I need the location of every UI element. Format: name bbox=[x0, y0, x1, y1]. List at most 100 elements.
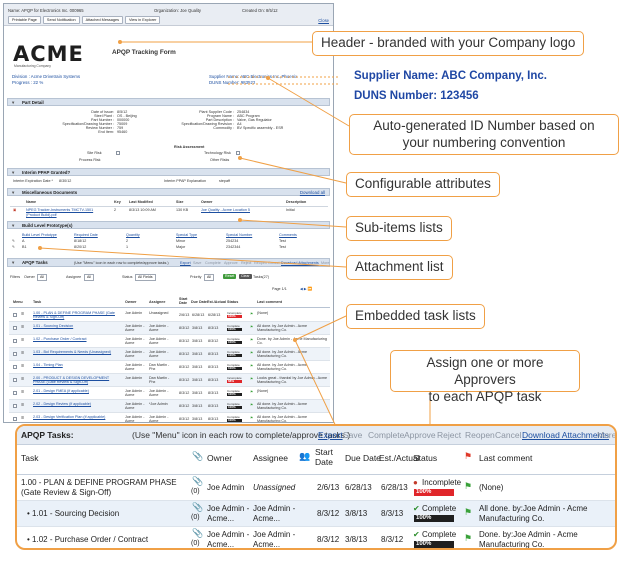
collapse-icon[interactable]: ▾ bbox=[12, 259, 14, 266]
col-due-date[interactable]: Due Date bbox=[191, 300, 207, 304]
menu-icon[interactable]: ☰ bbox=[21, 364, 24, 368]
flag-icon[interactable]: ⚑ bbox=[464, 481, 472, 492]
task-name[interactable]: 1.00 - PLAN & DEFINE PROGRAM PHASE (Gate… bbox=[33, 311, 121, 319]
zoom-col-task[interactable]: Task bbox=[21, 453, 38, 463]
attachment-icon[interactable]: 📎 bbox=[192, 528, 203, 539]
build-col-date[interactable]: Required Date bbox=[74, 233, 98, 237]
menu-icon[interactable]: ☰ bbox=[21, 312, 24, 316]
pager-nav-icon[interactable]: ◀ ▶ ⏩ bbox=[300, 287, 312, 291]
flag-icon[interactable]: ⚑ bbox=[250, 351, 253, 355]
zoom-save-action[interactable]: Save bbox=[343, 426, 362, 445]
collapse-icon[interactable]: ▾ bbox=[12, 189, 14, 196]
zoom-download-attachments-link[interactable]: Download Attachments bbox=[522, 426, 609, 445]
collapse-icon[interactable]: ▾ bbox=[12, 169, 14, 176]
zoom-task-row[interactable]: 1.00 - PLAN & DEFINE PROGRAM PHASE (Gate… bbox=[17, 475, 615, 501]
attached-messages-button[interactable]: Attached Messages bbox=[81, 16, 123, 24]
flag-icon[interactable]: ⚑ bbox=[250, 416, 253, 420]
build-col-level[interactable]: Build Level Prototype bbox=[22, 233, 57, 237]
owner-filter-select[interactable]: All bbox=[37, 274, 47, 281]
menu-icon[interactable]: ☰ bbox=[21, 390, 24, 394]
pager[interactable]: Page 1/1 bbox=[272, 287, 287, 291]
save-action[interactable]: Save bbox=[193, 260, 201, 267]
small-task-row[interactable]: ☰ 2.00 - PRODUCT & DESIGN DEVELOPMENT PHA… bbox=[9, 374, 330, 387]
small-task-row[interactable]: ☰ 1.04 - Timing Plan Joe Admin - Acme Dan M… bbox=[9, 361, 330, 374]
menu-icon[interactable]: ☰ bbox=[21, 351, 24, 355]
task-name[interactable]: 1.03 - BoI Requirements & Needs (Unassig… bbox=[33, 350, 121, 354]
flag-icon[interactable]: ⚑ bbox=[250, 377, 253, 381]
build-col-comments[interactable]: Comments bbox=[279, 233, 297, 237]
menu-icon[interactable]: ☰ bbox=[21, 377, 24, 381]
col-est-actual[interactable]: Est./Actual bbox=[207, 300, 226, 304]
col-start-date[interactable]: Start Date bbox=[179, 297, 189, 305]
reset-button[interactable]: Reset bbox=[223, 274, 237, 279]
task-name[interactable]: 1.02 - Purchase Order / Contract bbox=[33, 337, 121, 341]
row-checkbox[interactable] bbox=[13, 352, 17, 356]
build-level-header[interactable]: ▾ Build Level Prototype(s) bbox=[7, 221, 330, 229]
flag-icon[interactable]: ⚑ bbox=[250, 312, 253, 316]
interim-explanation-value[interactable]: stepaff bbox=[219, 179, 230, 183]
status-filter-select[interactable]: All Fields bbox=[135, 274, 156, 281]
misc-doc-name-link[interactable]: NPEG Tracker-Instruments TMCTV-1501 (Pro… bbox=[26, 208, 96, 217]
misc-doc-owner[interactable]: Joe Quality - Acme Location 5 bbox=[201, 208, 250, 212]
row-checkbox[interactable] bbox=[13, 326, 17, 330]
small-task-row[interactable]: ☰ 2.02 - Design Review (if applicable) Joe… bbox=[9, 400, 330, 413]
task-name[interactable]: 2.02 - Design Review (if applicable) bbox=[33, 402, 121, 406]
row-checkbox[interactable] bbox=[13, 365, 17, 369]
row-checkbox[interactable] bbox=[13, 313, 17, 317]
build-col-qty[interactable]: Quantity bbox=[126, 233, 140, 237]
site-risk-checkbox[interactable] bbox=[116, 151, 120, 155]
flag-icon[interactable]: ⚑ bbox=[250, 403, 253, 407]
flag-icon[interactable]: ⚑ bbox=[464, 507, 472, 518]
zoom-complete-action[interactable]: Complete bbox=[368, 426, 404, 445]
task-name[interactable]: 2.03 - Design Verification Plan (if appl… bbox=[33, 415, 121, 419]
assignee-filter-select[interactable]: All bbox=[84, 274, 94, 281]
menu-icon[interactable]: ☰ bbox=[21, 416, 24, 420]
small-task-row[interactable]: ☰ 1.03 - BoI Requirements & Needs (Unassi… bbox=[9, 348, 330, 361]
zoom-col-owner[interactable]: Owner bbox=[207, 453, 232, 463]
task-name[interactable]: 1.04 - Timing Plan bbox=[33, 363, 121, 367]
task-name[interactable]: 2.00 - PRODUCT & DESIGN DEVELOPMENT PHAS… bbox=[33, 376, 121, 384]
download-all-link[interactable]: Download all bbox=[300, 189, 325, 196]
zoom-cancel-action[interactable]: Cancel bbox=[495, 426, 521, 445]
complete-action[interactable]: Complete bbox=[205, 260, 221, 267]
cancel-action[interactable]: Cancel bbox=[268, 260, 279, 267]
zoom-task-name[interactable]: • 1.01 - Sourcing Decision bbox=[27, 509, 119, 518]
col-status[interactable]: Status bbox=[227, 300, 238, 304]
misc-documents-header[interactable]: ▾ Miscellaneous Documents Download all bbox=[7, 188, 330, 196]
zoom-task-name[interactable]: • 1.02 - Purchase Order / Contract bbox=[27, 535, 148, 544]
export-link[interactable]: Export bbox=[180, 260, 191, 267]
collapse-icon[interactable]: ▾ bbox=[12, 99, 14, 106]
row-checkbox[interactable] bbox=[13, 417, 17, 421]
zoom-export-link[interactable]: Export bbox=[318, 426, 343, 445]
edit-icon[interactable]: ✎ bbox=[12, 239, 15, 243]
row-checkbox[interactable] bbox=[13, 339, 17, 343]
zoom-reopen-action[interactable]: Reopen bbox=[465, 426, 495, 445]
row-checkbox[interactable] bbox=[13, 378, 17, 382]
flag-icon[interactable]: ⚑ bbox=[464, 533, 472, 544]
small-task-row[interactable]: ☰ 2.03 - Design Verification Plan (if app… bbox=[9, 413, 330, 422]
attachment-icon[interactable]: 📎 bbox=[192, 476, 203, 487]
close-link[interactable]: Close bbox=[318, 18, 329, 23]
view-in-explorer-button[interactable]: View in Explorer bbox=[125, 16, 161, 24]
flag-icon[interactable]: ⚑ bbox=[250, 364, 253, 368]
download-attachments-link[interactable]: Download Attachments bbox=[281, 260, 319, 267]
build-col-type[interactable]: Special Type bbox=[176, 233, 197, 237]
part-detail-header[interactable]: ▾ Part Detail bbox=[7, 98, 330, 106]
apqp-tasks-header[interactable]: ▾ APQP Tasks (Use "Menu" icon in each ro… bbox=[7, 258, 330, 267]
technology-risk-checkbox[interactable] bbox=[236, 151, 240, 155]
more-action[interactable]: More bbox=[321, 260, 329, 267]
zoom-task-row[interactable]: • 1.02 - Purchase Order / Contract 📎 (0)… bbox=[17, 527, 615, 548]
row-checkbox[interactable] bbox=[13, 404, 17, 408]
small-task-row[interactable]: ☰ 1.00 - PLAN & DEFINE PROGRAM PHASE (Gat… bbox=[9, 309, 330, 322]
attachment-icon[interactable]: 📎 bbox=[192, 502, 203, 513]
zoom-col-start[interactable]: Start Date bbox=[315, 447, 339, 467]
zoom-approve-action[interactable]: Approve bbox=[404, 426, 436, 445]
reject-action[interactable]: Reject bbox=[241, 260, 251, 267]
task-name[interactable]: 1.01 - Sourcing Decision bbox=[33, 324, 121, 328]
small-task-row[interactable]: ☰ 2.01 - Design FMEA (if applicable) Joe A… bbox=[9, 387, 330, 400]
row-checkbox[interactable] bbox=[13, 391, 17, 395]
send-notification-button[interactable]: Send Notification bbox=[42, 16, 80, 24]
small-task-row[interactable]: ☰ 1.02 - Purchase Order / Contract Joe Adm… bbox=[9, 335, 330, 348]
collapse-icon[interactable]: ▾ bbox=[12, 222, 14, 229]
task-name[interactable]: 2.01 - Design FMEA (if applicable) bbox=[33, 389, 121, 393]
